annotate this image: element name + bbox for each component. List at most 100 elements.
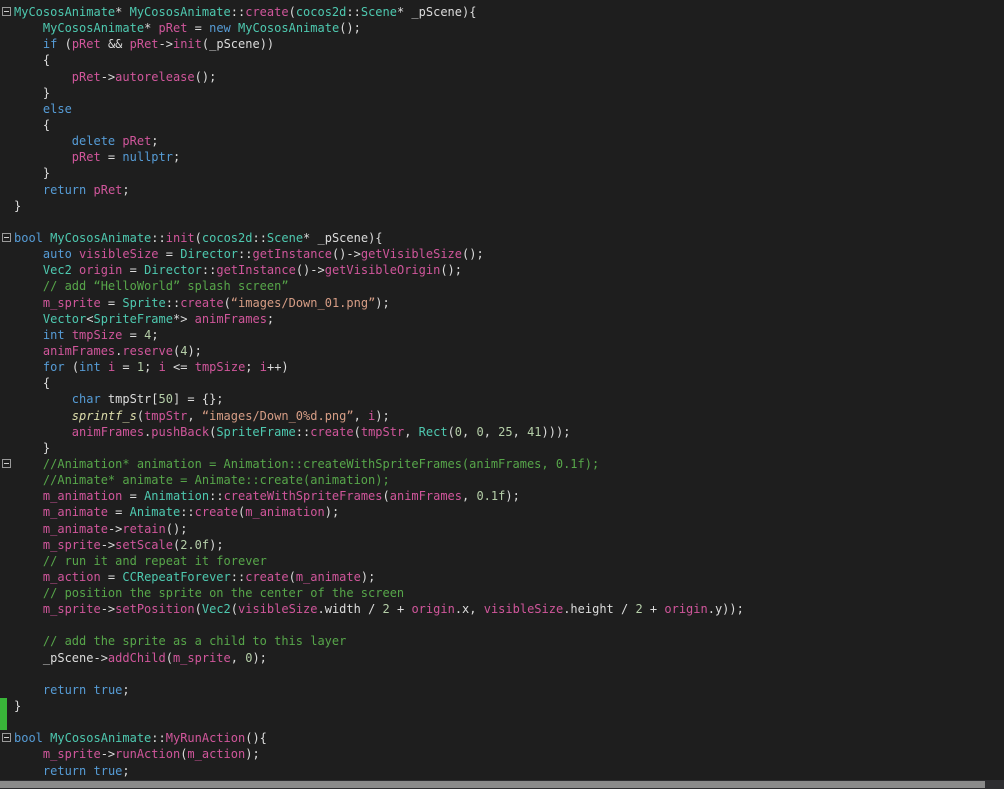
code-token[interactable]	[14, 505, 43, 519]
code-token[interactable]: init	[173, 37, 202, 51]
code-text[interactable]	[14, 666, 1004, 682]
code-token[interactable]: Director	[180, 247, 238, 261]
code-token[interactable]: pushBack	[151, 425, 209, 439]
code-line[interactable]: animFrames.pushBack(SpriteFrame::create(…	[0, 424, 1004, 440]
code-text[interactable]: m_animate = Animate::create(m_animation)…	[14, 504, 1004, 520]
code-token[interactable]: m_animation	[245, 505, 324, 519]
code-token[interactable]: 25	[498, 425, 512, 439]
code-token[interactable]: <=	[166, 360, 195, 374]
code-token[interactable]: (){	[245, 731, 267, 745]
code-token[interactable]: ;	[151, 134, 158, 148]
code-line[interactable]: {	[0, 117, 1004, 133]
code-text[interactable]: for (int i = 1; i <= tmpSize; i++)	[14, 359, 1004, 375]
code-token[interactable]: ;	[173, 150, 180, 164]
code-token[interactable]: animFrames	[72, 425, 144, 439]
code-token[interactable]: visibleSize	[484, 602, 563, 616]
code-line[interactable]: }	[0, 698, 1004, 715]
code-token[interactable]: i	[159, 360, 166, 374]
code-text[interactable]: {	[14, 375, 1004, 391]
code-line[interactable]: {	[0, 52, 1004, 68]
code-token[interactable]: create	[195, 505, 238, 519]
code-line[interactable]: }	[0, 85, 1004, 101]
code-line[interactable]: Vec2 origin = Director::getInstance()->g…	[0, 262, 1004, 278]
code-token[interactable]: i	[260, 360, 267, 374]
code-token[interactable]	[14, 21, 43, 35]
code-token[interactable]: (	[166, 651, 173, 665]
code-token[interactable]: 0	[455, 425, 462, 439]
code-token[interactable]	[14, 683, 43, 697]
code-token[interactable]: m_animate	[43, 505, 108, 519]
code-token[interactable]: ::	[346, 5, 360, 19]
code-token[interactable]: (	[289, 570, 296, 584]
code-token[interactable]: );	[361, 570, 375, 584]
code-text[interactable]: _pScene->addChild(m_sprite, 0);	[14, 650, 1004, 666]
code-token[interactable]: int	[43, 328, 65, 342]
code-token[interactable]: .x,	[455, 602, 484, 616]
code-token[interactable]	[14, 150, 72, 164]
code-token[interactable]	[14, 554, 43, 568]
code-token[interactable]	[86, 764, 93, 778]
code-token[interactable]	[14, 360, 43, 374]
code-token[interactable]: ,	[187, 409, 201, 423]
code-token[interactable]: ()->	[332, 247, 361, 261]
code-token[interactable]	[86, 183, 93, 197]
code-token[interactable]: Vec2	[43, 263, 72, 277]
code-text[interactable]: delete pRet;	[14, 133, 1004, 149]
code-token[interactable]	[101, 360, 108, 374]
code-line[interactable]: // run it and repeat it forever	[0, 553, 1004, 569]
code-token[interactable]: create	[245, 570, 288, 584]
code-token[interactable]: SpriteFrame	[216, 425, 295, 439]
code-token[interactable]	[86, 683, 93, 697]
code-line[interactable]: m_sprite = Sprite::create(“images/Down_0…	[0, 295, 1004, 311]
code-token[interactable]	[14, 764, 43, 778]
code-token[interactable]: // add the sprite as a child to this lay…	[43, 634, 346, 648]
code-text[interactable]	[14, 617, 1004, 633]
code-token[interactable]: }	[14, 699, 21, 713]
code-token[interactable]	[14, 538, 43, 552]
code-token[interactable]: for	[43, 360, 65, 374]
code-text[interactable]: {	[14, 117, 1004, 133]
code-token[interactable]: MyCososAnimate	[43, 21, 144, 35]
code-token[interactable]: m_action	[187, 747, 245, 761]
code-text[interactable]: //Animate* animate = Animate::create(ani…	[14, 472, 1004, 488]
code-text[interactable]: MyCososAnimate* MyCososAnimate::create(c…	[14, 4, 1004, 20]
code-line[interactable]: // add “HelloWorld” splash screen”	[0, 278, 1004, 294]
code-token[interactable]: sprintf_s	[72, 409, 137, 423]
code-token[interactable]: =	[101, 570, 123, 584]
code-line[interactable]: sprintf_s(tmpStr, “images/Down_0%d.png”,…	[0, 408, 1004, 424]
code-text[interactable]: m_sprite->setPosition(Vec2(visibleSize.w…	[14, 601, 1004, 617]
code-token[interactable]: new	[209, 21, 231, 35]
fold-collapse-icon[interactable]	[2, 7, 11, 16]
code-token[interactable]: CCRepeatForever	[122, 570, 230, 584]
code-token[interactable]: tmpStr	[361, 425, 404, 439]
code-token[interactable]: ->	[101, 538, 115, 552]
code-token[interactable]: (	[231, 602, 238, 616]
code-token[interactable]: {	[14, 118, 50, 132]
code-token[interactable]: MyCososAnimate	[130, 5, 231, 19]
code-token[interactable]: )));	[542, 425, 571, 439]
code-token[interactable]: 0	[476, 425, 483, 439]
code-token[interactable]: ;	[245, 360, 259, 374]
code-text[interactable]: }	[14, 165, 1004, 181]
code-token[interactable]: tmpSize	[195, 360, 246, 374]
code-text[interactable]: pRet = nullptr;	[14, 149, 1004, 165]
code-token[interactable]: =	[101, 296, 123, 310]
fold-collapse-icon[interactable]	[2, 733, 11, 743]
code-text[interactable]: // add “HelloWorld” splash screen”	[14, 278, 1004, 294]
code-text[interactable]: // position the sprite on the center of …	[14, 585, 1004, 601]
code-line[interactable]: m_sprite->setScale(2.0f);	[0, 537, 1004, 553]
code-token[interactable]: int	[79, 360, 101, 374]
code-token[interactable]: =	[101, 150, 123, 164]
code-token[interactable]: * _pScene){	[303, 231, 382, 245]
code-token[interactable]: ] = {};	[173, 392, 224, 406]
fold-collapse-icon[interactable]	[2, 458, 11, 468]
code-token[interactable]: getVisibleOrigin	[325, 263, 441, 277]
code-token[interactable]: 0.1f	[476, 489, 505, 503]
code-token[interactable]: m_sprite	[43, 747, 101, 761]
code-token[interactable]: ::	[209, 489, 223, 503]
code-token[interactable]	[65, 328, 72, 342]
code-token[interactable]: 2	[383, 602, 390, 616]
code-line[interactable]: animFrames.reserve(4);	[0, 343, 1004, 359]
code-token[interactable]: getInstance	[252, 247, 331, 261]
code-line[interactable]: int tmpSize = 4;	[0, 327, 1004, 343]
